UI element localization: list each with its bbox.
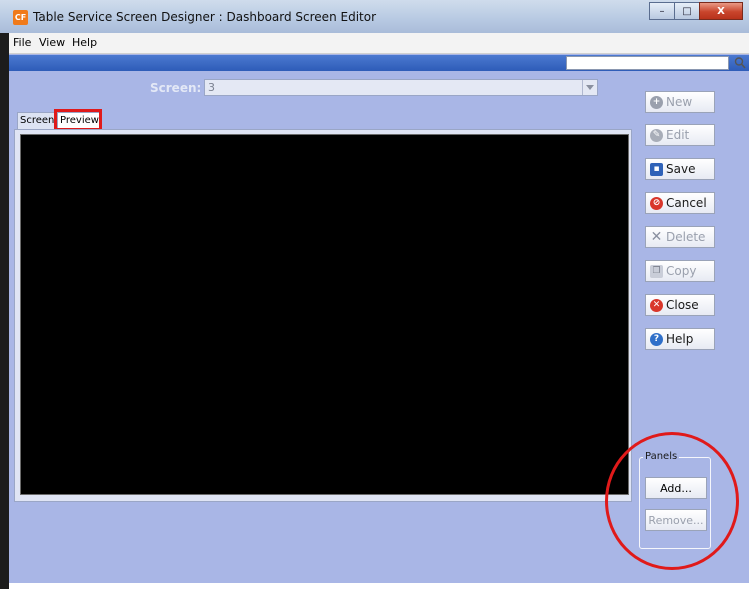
delete-button[interactable]: ✕ Delete: [645, 226, 715, 248]
delete-button-label: Delete: [666, 230, 706, 244]
new-button[interactable]: + New: [645, 91, 715, 113]
cancel-button[interactable]: ⊘ Cancel: [645, 192, 715, 214]
save-button[interactable]: ▪ Save: [645, 158, 715, 180]
help-button[interactable]: ? Help: [645, 328, 715, 350]
app-logo-icon: CF: [13, 10, 28, 25]
menu-help[interactable]: Help: [72, 36, 97, 49]
chevron-down-icon[interactable]: [582, 80, 597, 95]
close-button[interactable]: ✕ Close: [645, 294, 715, 316]
window-controls: – □ X: [649, 2, 743, 20]
save-button-label: Save: [666, 162, 696, 176]
help-icon: ?: [650, 332, 663, 346]
close-icon: ✕: [650, 298, 663, 312]
copy-icon: ❐: [650, 264, 663, 278]
close-window-button[interactable]: X: [699, 2, 743, 20]
preview-canvas: [20, 134, 629, 495]
new-icon: +: [650, 95, 663, 109]
window-title: Table Service Screen Designer : Dashboar…: [33, 10, 377, 24]
edit-icon: ✎: [650, 128, 663, 142]
help-button-label: Help: [666, 332, 694, 346]
save-icon: ▪: [650, 162, 663, 176]
title-bar: CF Table Service Screen Designer : Dashb…: [0, 0, 749, 33]
maximize-button[interactable]: □: [674, 2, 700, 20]
edit-button[interactable]: ✎ Edit: [645, 124, 715, 146]
copy-button-label: Copy: [666, 264, 697, 278]
edit-button-label: Edit: [666, 128, 690, 142]
delete-icon: ✕: [650, 229, 663, 245]
preview-tab-highlight: [54, 109, 102, 131]
minimize-button[interactable]: –: [649, 2, 675, 20]
screen-select-value: 3: [208, 81, 215, 94]
menu-file[interactable]: File: [13, 36, 31, 49]
search-icon[interactable]: [734, 56, 746, 70]
screen-label: Screen:: [150, 81, 202, 95]
screen-select[interactable]: 3: [204, 79, 598, 96]
cancel-button-label: Cancel: [666, 196, 707, 210]
new-button-label: New: [666, 95, 693, 109]
copy-button[interactable]: ❐ Copy: [645, 260, 715, 282]
close-button-label: Close: [666, 298, 699, 312]
search-input[interactable]: [566, 56, 729, 70]
cancel-icon: ⊘: [650, 196, 663, 210]
menu-bar: File View Help: [9, 33, 749, 54]
panels-highlight-circle: [605, 432, 739, 570]
tab-screen[interactable]: Screen: [17, 112, 58, 129]
bottom-edge: [9, 583, 749, 589]
menu-view[interactable]: View: [39, 36, 65, 49]
